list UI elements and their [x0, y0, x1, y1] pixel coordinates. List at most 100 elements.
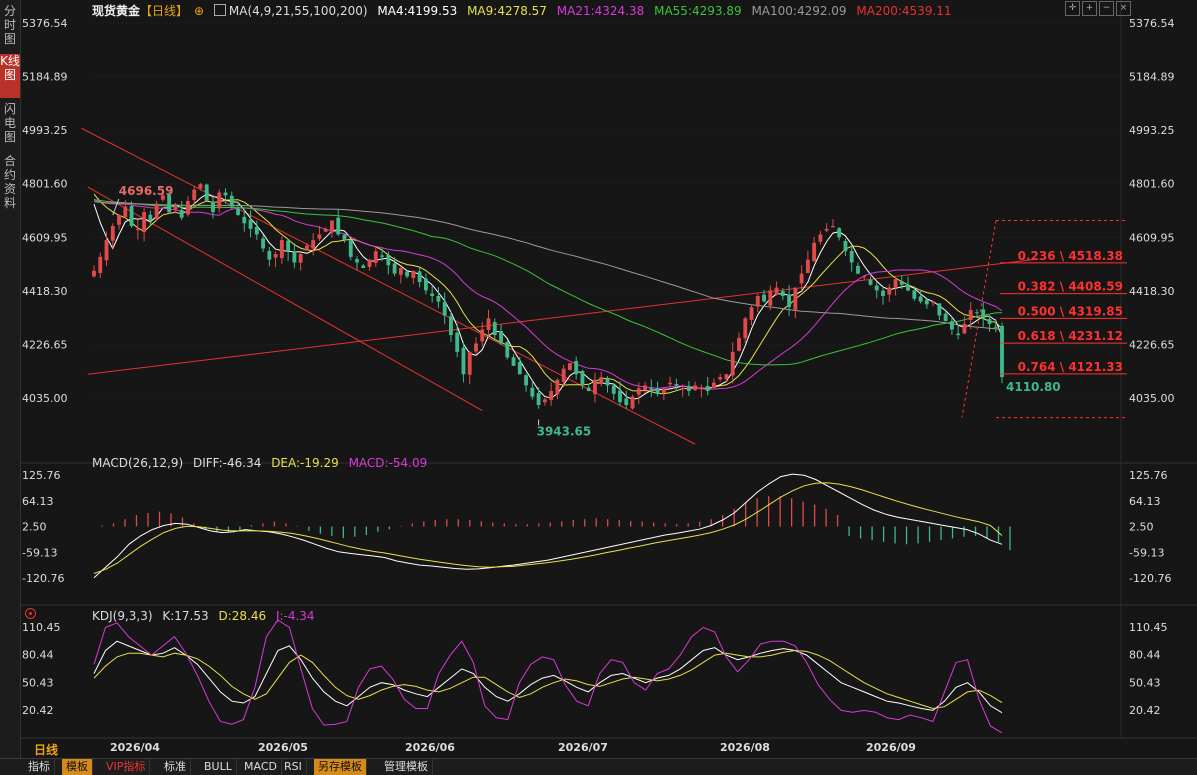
tab-standard[interactable]: 标准	[160, 759, 191, 775]
candle-body	[336, 217, 341, 235]
candle-body	[398, 268, 403, 275]
ma4-value: MA4:4199.53	[377, 4, 458, 18]
candle-body	[517, 362, 522, 375]
tab-label: 分时图	[3, 4, 16, 46]
candle-body	[555, 379, 560, 395]
candle-body	[655, 388, 660, 394]
candle-body	[342, 234, 347, 241]
candle-body	[386, 254, 391, 266]
date-axis-tick: 2026/04	[110, 741, 160, 754]
candle-body	[899, 281, 904, 285]
tab-contract-info[interactable]: 合约资料	[0, 154, 20, 212]
candle-body	[712, 382, 716, 388]
tab-rsi[interactable]: RSI	[280, 759, 307, 775]
candle-body	[242, 216, 247, 224]
candle-body	[818, 234, 823, 242]
candle-body	[135, 228, 140, 230]
ma-config-icon[interactable]	[213, 4, 226, 16]
tab-timeshare[interactable]: 分时图	[0, 4, 20, 48]
candle-body	[436, 295, 441, 302]
macd-axis-tick-left: -120.76	[22, 572, 64, 585]
tab-label: 合约资料	[3, 154, 16, 210]
candle-body	[755, 295, 760, 307]
candle-body	[956, 333, 961, 336]
ma55-line	[93, 199, 1003, 366]
candle-body	[373, 251, 378, 263]
candle-body	[549, 391, 554, 401]
candle-body	[636, 388, 641, 395]
candle-body	[630, 396, 635, 409]
candle-body	[524, 375, 529, 386]
candle-body	[661, 388, 666, 394]
indicator-marker-icon[interactable]	[25, 608, 36, 619]
tab-manage-template[interactable]: 管理模板	[380, 759, 433, 775]
close-icon[interactable]: ×	[1116, 1, 1131, 16]
bottom-toolbar: 指标 模板 VIP指标 标准 BULL MACD RSI 另存模板 管理模板	[0, 758, 1197, 775]
candle-body	[693, 385, 698, 391]
tab-vip-indicator[interactable]: VIP指标	[102, 759, 151, 775]
candle-body	[580, 370, 585, 386]
tab-indicator[interactable]: 指标	[24, 759, 55, 775]
macd-axis-tick-left: 64.13	[22, 495, 54, 508]
price-axis-tick-left: 5184.89	[22, 71, 68, 84]
candle-body	[148, 214, 153, 221]
candle-body	[361, 265, 366, 269]
candle-body	[405, 271, 410, 277]
candle-body	[749, 307, 754, 320]
candle-body	[624, 398, 629, 405]
zoom-in-icon[interactable]: +	[1082, 1, 1097, 16]
period-label[interactable]: 日线	[34, 741, 58, 758]
candle-body	[217, 192, 222, 209]
candle-body	[236, 208, 240, 215]
candle-body	[292, 251, 297, 263]
candle-body	[793, 287, 798, 310]
candle-body	[918, 296, 923, 302]
candle-body	[530, 387, 535, 397]
price-axis-tick: 4801.60	[1129, 178, 1175, 191]
ma-config: MA(4,9,21,55,100,200)	[228, 4, 368, 18]
kdj-axis-tick: 50.43	[1129, 676, 1161, 689]
candle-body	[611, 385, 616, 394]
fib-level-label: 0.236 \ 4518.38	[1018, 249, 1123, 263]
tab-bull[interactable]: BULL	[200, 759, 237, 775]
candle-body	[380, 255, 384, 257]
candle-body	[204, 184, 209, 201]
zoom-out-icon[interactable]: −	[1099, 1, 1114, 16]
price-chart[interactable]: 5376.54 5376.54 5184.89 5184.89 4993.25 4993.…	[20, 0, 1197, 758]
candle-body	[730, 351, 735, 376]
candle-body	[279, 240, 284, 259]
candle-body	[474, 343, 478, 352]
ma100-line	[93, 201, 1003, 331]
candle-body	[881, 290, 885, 296]
candle-body	[367, 259, 372, 267]
fib-level-label: 0.618 \ 4231.12	[1018, 329, 1123, 343]
candle-body	[254, 226, 259, 235]
candle-body	[931, 301, 936, 303]
tab-template[interactable]: 模板	[62, 759, 93, 775]
candle-body	[774, 287, 779, 295]
fib-level-label: 0.382 \ 4408.59	[1018, 280, 1123, 294]
crosshair-icon[interactable]: ✛	[1065, 1, 1080, 16]
fib-level-label: 0.500 \ 4319.85	[1018, 304, 1123, 318]
tab-save-template[interactable]: 另存模板	[314, 759, 367, 775]
candle-body	[186, 200, 190, 215]
candle-body	[643, 385, 647, 391]
settings-icon[interactable]: ⊕	[194, 4, 204, 18]
fib-level-label: 0.764 \ 4121.33	[1018, 360, 1123, 374]
tab-flash[interactable]: 闪电图	[0, 102, 20, 146]
candle-body	[680, 388, 685, 390]
view-sidebar: 分时图 K线图 闪电图 合约资料	[0, 0, 21, 758]
price-axis-tick: 4609.95	[1129, 231, 1175, 244]
candle-body	[179, 210, 184, 218]
candle-body	[311, 240, 316, 249]
tab-macd[interactable]: MACD	[240, 759, 282, 775]
candle-body	[98, 256, 103, 273]
price-axis-tick-left: 4801.60	[22, 178, 68, 191]
candle-body	[304, 245, 309, 251]
candle-body	[154, 203, 159, 220]
price-axis-tick-left: 4609.95	[22, 231, 68, 244]
price-axis-tick: 4226.65	[1129, 338, 1175, 351]
candle-body	[837, 228, 842, 238]
price-axis-tick: 5184.89	[1129, 71, 1175, 84]
tab-kline[interactable]: K线图	[0, 54, 20, 98]
